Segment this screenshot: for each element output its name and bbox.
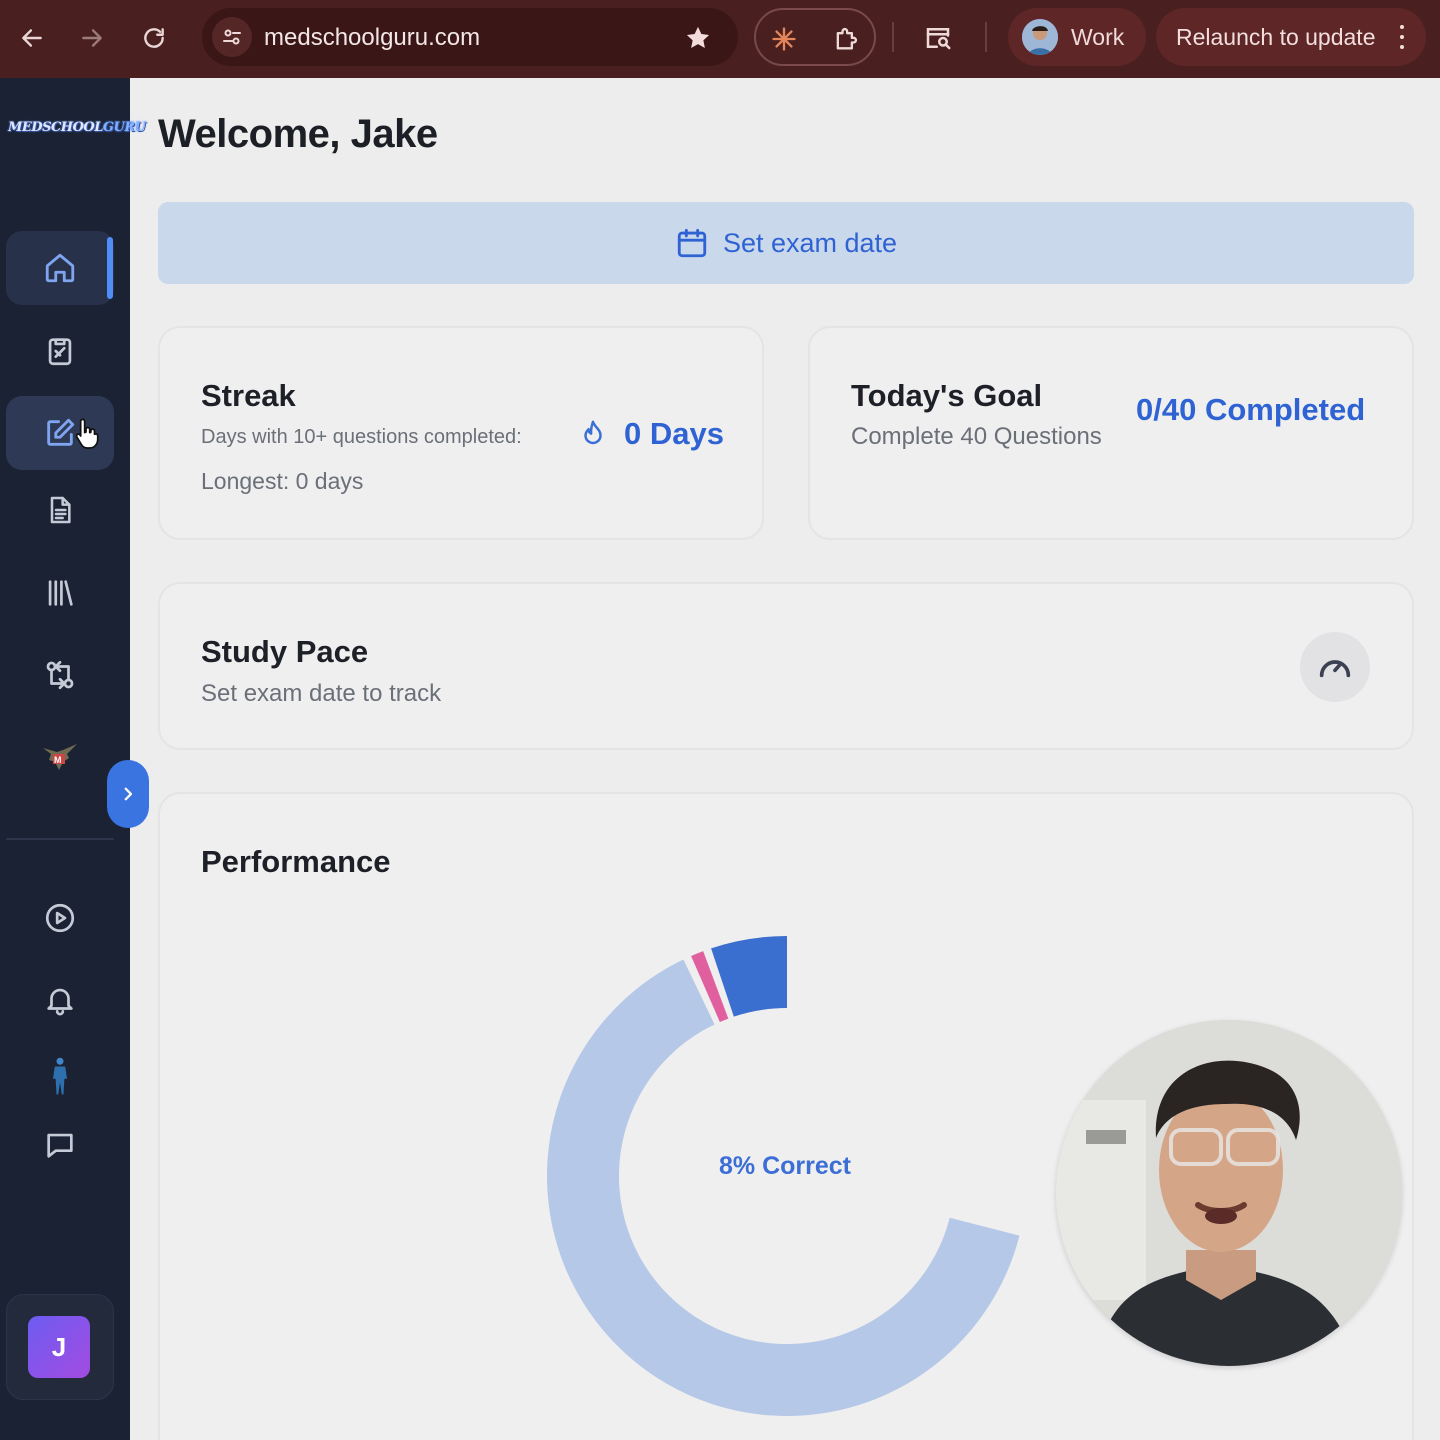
svg-text:M: M [54, 755, 62, 765]
sidebar-item-pathways[interactable] [6, 638, 114, 712]
streak-subtitle: Days with 10+ questions completed: [201, 426, 522, 448]
tune-icon [223, 29, 241, 45]
sidebar-item-practice[interactable] [6, 314, 114, 388]
puzzle-icon [836, 27, 858, 50]
bookmark-star-button[interactable] [680, 20, 716, 56]
profile-label: Work [1071, 24, 1125, 50]
sidebar-item-notifications[interactable] [6, 963, 114, 1037]
streak-card: Streak Days with 10+ questions completed… [158, 326, 764, 540]
bell-icon [47, 988, 73, 1016]
arrow-right-icon [82, 29, 102, 47]
donut-slice-2[interactable] [547, 959, 1020, 1416]
set-exam-date-label: Set exam date [722, 227, 898, 258]
star-icon [686, 26, 710, 49]
anatomy-figure-icon [53, 1057, 67, 1095]
extensions-button[interactable] [826, 19, 866, 59]
study-pace-card: Study Pace Set exam date to track [158, 582, 1414, 750]
home-icon [45, 253, 75, 283]
sidebar-item-anatomy[interactable] [6, 1040, 114, 1114]
browser-toolbar: medschoolguru.com Work Relaunch to updat… [0, 0, 1440, 78]
set-exam-date-button[interactable]: Set exam date [158, 202, 1414, 284]
hand-pointer-icon [75, 418, 99, 449]
document-icon [50, 496, 71, 524]
profile-button[interactable]: Work [1008, 8, 1146, 66]
user-menu[interactable]: J [6, 1294, 114, 1400]
arrow-left-icon [22, 29, 42, 47]
sidebar-item-notes[interactable] [6, 473, 114, 547]
calendar-icon [677, 228, 707, 258]
toolbar-separator [892, 22, 894, 52]
gauge-icon [1319, 660, 1351, 678]
profile-avatar [1022, 19, 1058, 55]
library-icon [48, 580, 73, 606]
streak-title: Streak [201, 378, 296, 413]
chat-bubble-icon [47, 1133, 73, 1158]
chevron-right-icon [124, 787, 133, 801]
sidebar-item-create-test[interactable] [6, 396, 114, 470]
site-info-button[interactable] [212, 17, 252, 57]
presenter-video-image [1056, 1020, 1402, 1366]
streak-longest: Longest: 0 days [201, 468, 364, 494]
webcam-overlay [1056, 1020, 1402, 1366]
flame-icon [584, 420, 602, 445]
more-menu-icon[interactable] [1392, 25, 1412, 49]
study-pace-subtitle: Set exam date to track [201, 680, 442, 707]
sidebar-divider [6, 838, 114, 840]
sparkle-icon [772, 27, 796, 51]
user-avatar[interactable]: J [28, 1316, 90, 1378]
relaunch-label: Relaunch to update [1176, 24, 1376, 50]
goal-subtitle: Complete 40 Questions [851, 423, 1102, 450]
page-title: Welcome, Jake [158, 112, 438, 156]
toolbar-separator [985, 22, 987, 52]
gauge-button[interactable] [1300, 632, 1370, 702]
sidebar-expand-button[interactable] [107, 760, 149, 828]
extensions-group [754, 8, 876, 66]
claude-extension-button[interactable] [764, 19, 804, 59]
sidebar-item-mascot[interactable]: M [6, 720, 114, 794]
todays-goal-card: Today's Goal Complete 40 Questions 0/40 … [808, 326, 1414, 540]
donut-center-label: 8% Correct [719, 1152, 851, 1180]
sidebar-item-chat[interactable] [6, 1108, 114, 1182]
study-pace-title: Study Pace [201, 634, 369, 669]
mascot-icon: M [43, 744, 77, 770]
tab-search-button[interactable] [918, 18, 958, 58]
goal-title: Today's Goal [851, 378, 1043, 413]
sidebar-item-library[interactable] [6, 556, 114, 630]
goal-progress: 0/40 Completed [1136, 392, 1366, 427]
reload-button[interactable] [134, 18, 174, 58]
sidebar-item-home[interactable] [6, 231, 114, 305]
play-circle-icon [45, 903, 75, 933]
git-compare-icon [46, 660, 74, 690]
active-indicator [107, 237, 113, 299]
reload-icon [144, 28, 164, 48]
back-button[interactable] [12, 18, 52, 58]
sidebar: MEDSCHOOLGURU M J [0, 78, 146, 1440]
clipboard-icon [48, 338, 72, 366]
streak-value: 0 Days [624, 416, 724, 451]
relaunch-button[interactable]: Relaunch to update [1156, 8, 1426, 66]
sidebar-item-videos[interactable] [6, 881, 114, 955]
app-logo[interactable]: MEDSCHOOLGURU [8, 120, 146, 146]
url-text[interactable]: medschoolguru.com [264, 24, 480, 52]
forward-button[interactable] [72, 18, 112, 58]
address-bar[interactable]: medschoolguru.com [202, 8, 738, 66]
tab-search-icon [926, 28, 951, 50]
